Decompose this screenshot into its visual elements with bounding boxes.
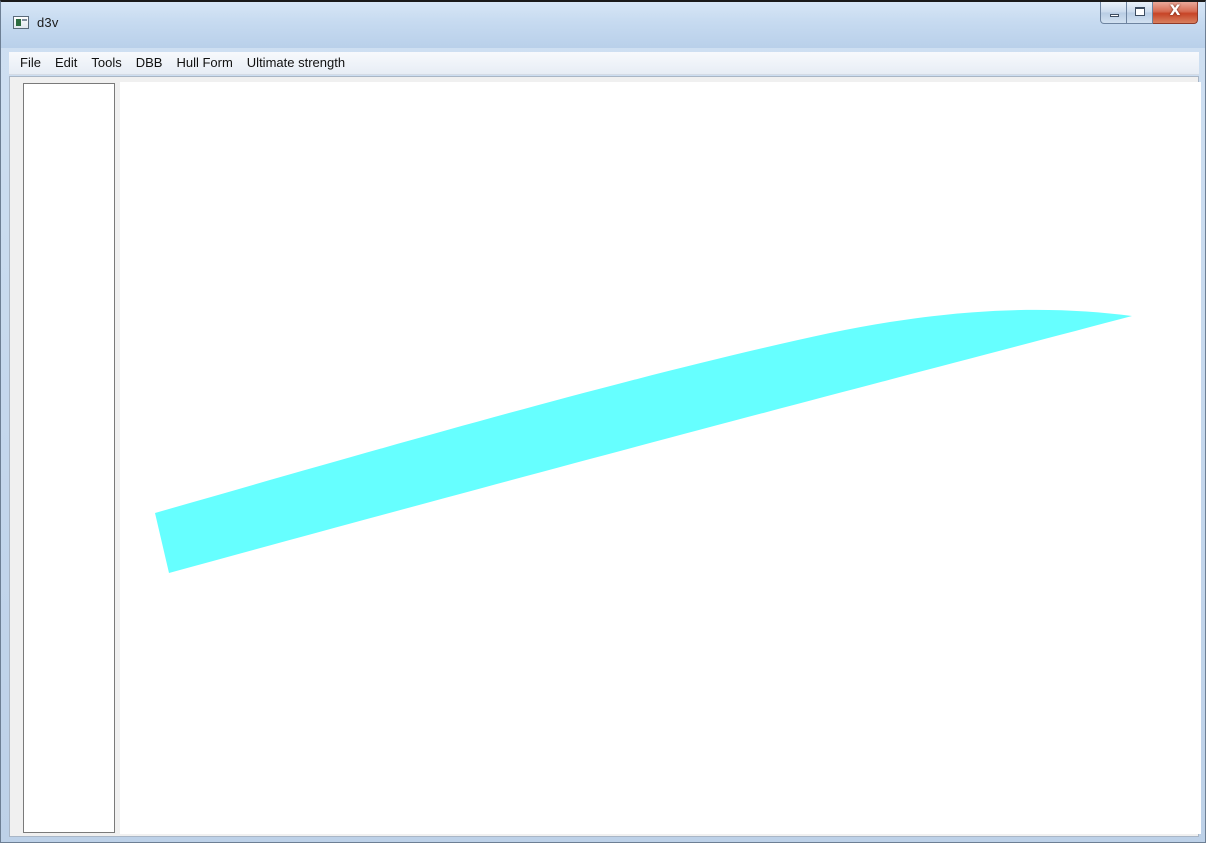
minimize-icon [1110,14,1119,17]
maximize-icon [1135,7,1145,16]
3d-viewport[interactable] [120,82,1201,834]
close-button[interactable]: X [1153,2,1198,24]
menu-hull-form[interactable]: Hull Form [171,52,237,74]
menu-dbb[interactable]: DBB [131,52,168,74]
client-area [9,76,1201,837]
side-panel[interactable] [23,83,115,833]
window-title: d3v [37,15,59,30]
menu-bar: File Edit Tools DBB Hull Form Ultimate s… [9,52,1199,75]
title-bar[interactable]: d3v X [1,2,1205,48]
menu-ultimate-strength[interactable]: Ultimate strength [242,52,350,74]
app-window: d3v X File Edit Tools DBB Hull Form Ulti… [0,0,1206,843]
close-icon: X [1169,3,1181,19]
app-window-icon[interactable] [13,16,29,29]
caption-buttons: X [1100,2,1198,24]
viewport-canvas[interactable] [120,82,1201,834]
menu-file[interactable]: File [15,52,46,74]
hull-shape [155,309,1132,573]
maximize-button[interactable] [1127,2,1153,24]
menu-edit[interactable]: Edit [50,52,82,74]
menu-tools[interactable]: Tools [86,52,126,74]
minimize-button[interactable] [1100,2,1127,24]
